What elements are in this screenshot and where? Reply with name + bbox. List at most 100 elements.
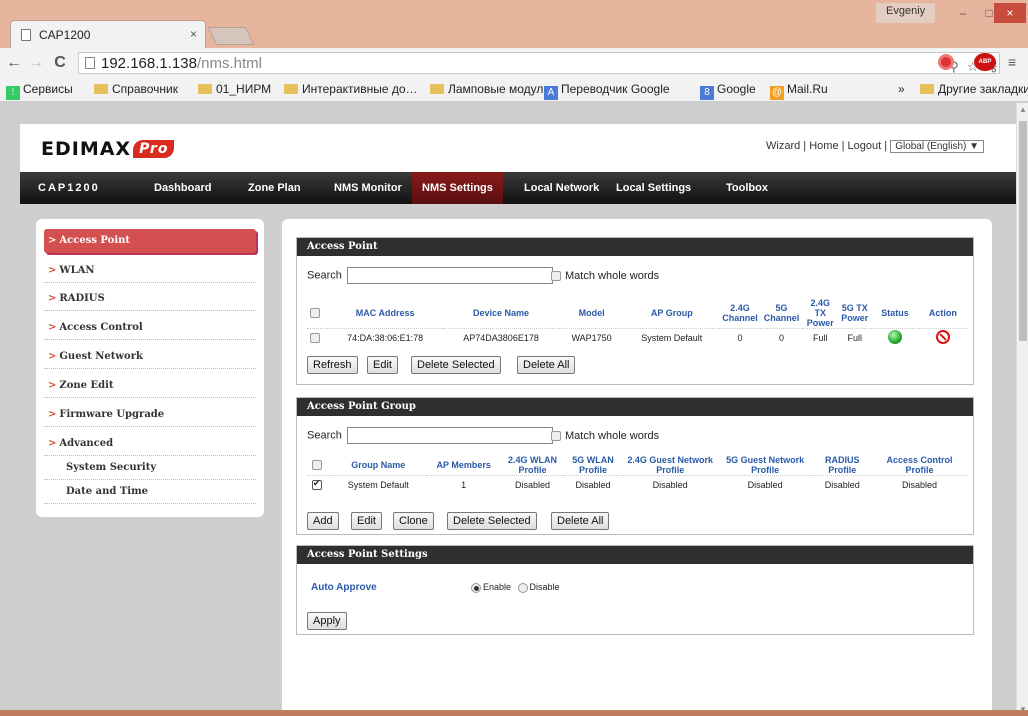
- bookmark-folder[interactable]: Ламповые модули: [430, 82, 550, 96]
- disable-radio[interactable]: [517, 582, 528, 593]
- user-profile-button[interactable]: Evgeniy: [876, 3, 936, 23]
- col-header[interactable]: 2.4G Channel: [719, 298, 761, 329]
- match-checkbox[interactable]: [551, 431, 561, 442]
- select-all-checkbox[interactable]: [311, 460, 322, 471]
- match-checkbox[interactable]: [551, 271, 561, 282]
- back-arrow-icon[interactable]: ←: [4, 53, 24, 73]
- delete-selected-button[interactable]: Delete Selected: [411, 356, 501, 374]
- close-window-button[interactable]: ×: [994, 3, 1026, 23]
- minimize-button[interactable]: –: [950, 3, 976, 23]
- col-header[interactable]: Model: [558, 298, 625, 329]
- nav-nms-settings[interactable]: NMS Settings: [412, 172, 503, 204]
- table-row[interactable]: System Default 1 Disabled Disabled Disab…: [307, 476, 967, 494]
- bookmark-mailru[interactable]: @ Mail.Ru: [770, 82, 828, 100]
- nav-zone-plan[interactable]: Zone Plan: [238, 172, 311, 204]
- col-header[interactable]: MAC Address: [327, 298, 444, 329]
- bookmark-folder[interactable]: 01_НИРМ: [198, 82, 271, 96]
- match-whole-words[interactable]: Match whole words: [551, 270, 659, 282]
- search-input[interactable]: [346, 427, 553, 444]
- logout-link[interactable]: Logout: [848, 140, 882, 152]
- other-bookmarks[interactable]: Другие закладки: [920, 82, 1028, 96]
- disable-option[interactable]: Disable: [517, 582, 560, 593]
- sidebar-item-advanced[interactable]: > Advanced: [44, 432, 256, 456]
- block-icon[interactable]: [935, 329, 950, 344]
- add-button[interactable]: Add: [307, 512, 339, 530]
- extension-stop-icon[interactable]: [938, 54, 954, 70]
- bookmark-apps[interactable]: ⁝ Сервисы: [6, 82, 73, 100]
- col-header[interactable]: 2.4G TX Power: [802, 298, 839, 329]
- nav-local-network[interactable]: Local Network: [514, 172, 609, 204]
- col-header[interactable]: AP Members: [425, 455, 502, 476]
- edit-button[interactable]: Edit: [367, 356, 398, 374]
- col-header[interactable]: Status: [871, 298, 919, 329]
- col-header[interactable]: 2.4G Guest Network Profile: [622, 455, 718, 476]
- col-header[interactable]: Action: [918, 298, 967, 329]
- bookmark-translate[interactable]: A Переводчик Google: [544, 82, 670, 100]
- address-bar[interactable]: 192.168.1.138/nms.html ⚲ ☆ ⚷: [78, 52, 1000, 74]
- wizard-link[interactable]: Wizard: [766, 140, 800, 152]
- col-header[interactable]: 2.4G WLAN Profile: [501, 455, 564, 476]
- home-link[interactable]: Home: [809, 140, 838, 152]
- new-tab-button[interactable]: [207, 27, 255, 45]
- enable-radio[interactable]: [471, 582, 481, 593]
- select-all-checkbox[interactable]: [310, 308, 320, 319]
- sidebar-item-access-point[interactable]: > Access Point: [44, 229, 256, 253]
- col-header[interactable]: 5G TX Power: [838, 298, 872, 329]
- page-scrollbar[interactable]: ▲ ▼: [1016, 103, 1028, 716]
- enable-option[interactable]: Enable: [471, 582, 511, 593]
- bookmark-folder[interactable]: Интерактивные до…: [284, 82, 418, 96]
- bookmark-folder[interactable]: Справочник: [94, 82, 178, 96]
- folder-icon: [284, 84, 298, 94]
- col-header[interactable]: 5G Guest Network Profile: [717, 455, 813, 476]
- refresh-button[interactable]: Refresh: [307, 356, 358, 374]
- sidebar-item-access-control[interactable]: > Access Control: [44, 316, 256, 340]
- col-header[interactable]: 5G Channel: [760, 298, 803, 329]
- sidebar-item-radius[interactable]: > RADIUS: [44, 287, 256, 311]
- table-row[interactable]: 74:DA:38:06:E1:78 AP74DA3806E178 WAP1750…: [307, 329, 967, 347]
- bookmarks-more[interactable]: »: [898, 82, 905, 96]
- menu-icon[interactable]: ≡: [1008, 54, 1016, 70]
- main-panel: Access Point Search Match whole words MA…: [282, 219, 992, 716]
- nav-local-settings[interactable]: Local Settings: [606, 172, 701, 204]
- adblock-icon[interactable]: ABP: [974, 53, 996, 71]
- nav-nms-monitor[interactable]: NMS Monitor: [324, 172, 412, 204]
- clone-button[interactable]: Clone: [393, 512, 434, 530]
- match-whole-words[interactable]: Match whole words: [551, 430, 659, 442]
- bookmark-label: Mail.Ru: [787, 82, 828, 96]
- sidebar-item-system-security[interactable]: System Security: [44, 456, 256, 480]
- nav-toolbox[interactable]: Toolbox: [716, 172, 778, 204]
- col-header[interactable]: Access Control Profile: [871, 455, 967, 476]
- col-header[interactable]: RADIUS Profile: [812, 455, 872, 476]
- apply-button[interactable]: Apply: [307, 612, 347, 630]
- nav-dashboard[interactable]: Dashboard: [144, 172, 221, 204]
- col-header[interactable]: Device Name: [443, 298, 559, 329]
- sidebar-item-date-and-time[interactable]: Date and Time: [44, 480, 256, 504]
- scrollbar-thumb[interactable]: [1019, 121, 1027, 341]
- group-name: System Default: [347, 479, 409, 490]
- row-checkbox[interactable]: [310, 333, 320, 344]
- tab-close-icon[interactable]: ×: [190, 27, 197, 41]
- bookmark-label: 01_НИРМ: [216, 82, 272, 96]
- sidebar-item-guest-network[interactable]: > Guest Network: [44, 345, 256, 369]
- search-input[interactable]: [346, 267, 553, 284]
- forward-arrow-icon[interactable]: →: [26, 53, 46, 73]
- edit-button[interactable]: Edit: [351, 512, 382, 530]
- col-header[interactable]: 5G WLAN Profile: [563, 455, 623, 476]
- reload-icon[interactable]: C: [50, 53, 70, 73]
- col-header[interactable]: Group Name: [330, 455, 426, 476]
- row-checkbox[interactable]: [311, 478, 322, 491]
- delete-all-button[interactable]: Delete All: [551, 512, 610, 530]
- scroll-up-icon[interactable]: ▲: [1019, 105, 1027, 114]
- sidebar-item-wlan[interactable]: > WLAN: [44, 259, 256, 283]
- delete-all-button[interactable]: Delete All: [517, 356, 576, 374]
- browser-tab[interactable]: CAP1200 ×: [10, 20, 206, 48]
- sidebar-item-zone-edit[interactable]: > Zone Edit: [44, 374, 256, 398]
- match-label: Match whole words: [565, 430, 660, 442]
- sidebar-item-firmware-upgrade[interactable]: > Firmware Upgrade: [44, 403, 256, 427]
- language-select[interactable]: Global (English) ▼: [890, 140, 985, 153]
- col-header[interactable]: AP Group: [624, 298, 720, 329]
- delete-selected-button[interactable]: Delete Selected: [447, 512, 537, 530]
- section-title: Access Point Group: [297, 398, 973, 416]
- site-header: EDIMAX Pro Wizard | Home | Logout | Globa…: [20, 124, 1016, 172]
- bookmark-google[interactable]: 8 Google: [700, 82, 756, 100]
